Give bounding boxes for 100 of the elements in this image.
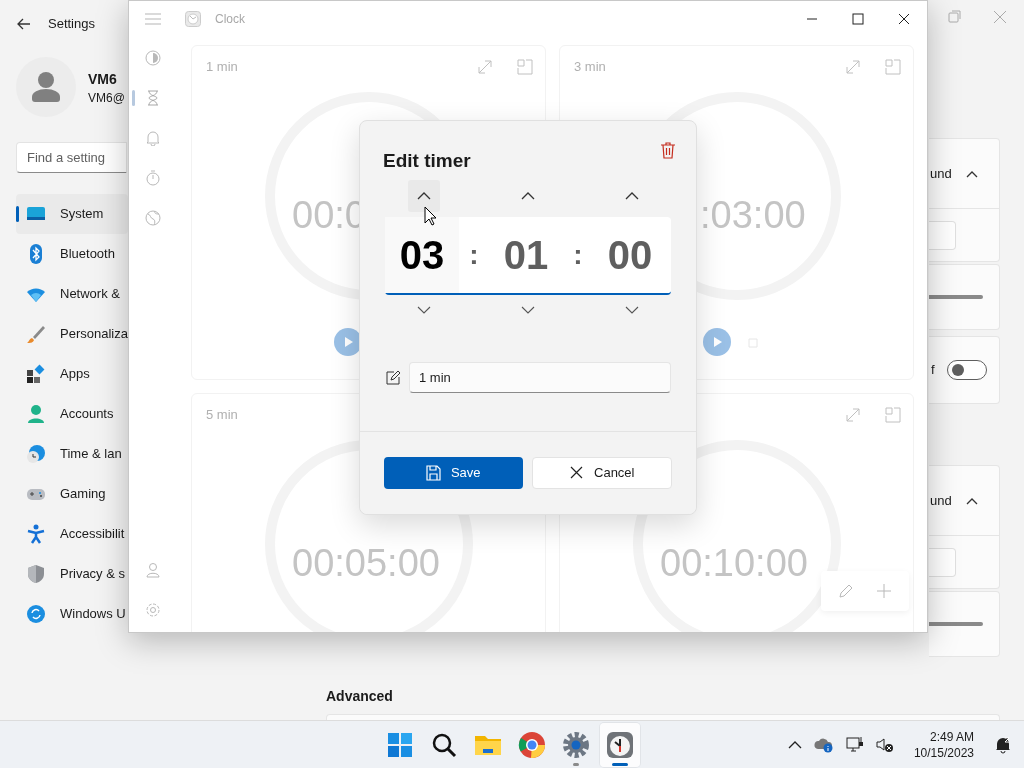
compact-overlay-icon[interactable] [885, 59, 901, 75]
nav-label: Accessibilit [60, 525, 125, 544]
notification-bell-icon[interactable] [994, 735, 1012, 754]
time-segment[interactable]: 03 [385, 217, 459, 293]
save-icon [425, 465, 441, 481]
nav-label: Apps [60, 365, 90, 384]
time-separator: : [468, 238, 480, 272]
nav-label: Privacy & s [60, 565, 125, 584]
apps-icon [26, 364, 46, 384]
network-icon[interactable] [845, 735, 864, 754]
compact-overlay-icon[interactable] [885, 407, 901, 423]
volume-muted-icon[interactable] [875, 736, 894, 753]
expand-icon[interactable] [845, 407, 861, 423]
alarm-icon [145, 130, 161, 146]
nav-item[interactable]: Privacy & s [16, 554, 128, 594]
dropdown-field[interactable] [929, 547, 956, 577]
nav-item[interactable]: Windows U [16, 594, 128, 634]
timer-title: 5 min [206, 406, 238, 425]
trash-icon[interactable] [660, 141, 676, 159]
card-header: und [930, 164, 952, 183]
nav-label: Windows U [60, 605, 126, 624]
menu-icon[interactable] [145, 12, 161, 25]
time-segment[interactable]: 00 [593, 217, 667, 293]
nav-label: Accounts [60, 405, 114, 424]
cancel-button[interactable]: Cancel [531, 457, 672, 489]
nav-label: Network & [60, 285, 120, 304]
mouse-pointer-icon [424, 206, 437, 226]
accessibility-icon [26, 524, 46, 544]
name-field[interactable]: 1 min [409, 362, 671, 393]
toggle-switch[interactable] [946, 360, 987, 380]
pencil-icon[interactable] [838, 583, 854, 599]
time-icon [26, 444, 46, 464]
card-header: und [930, 491, 952, 510]
nav-item[interactable]: Time & lan [16, 434, 128, 474]
close-icon [569, 465, 584, 481]
settings-icon[interactable] [145, 602, 161, 618]
caret-up-icon[interactable] [965, 169, 978, 178]
world-icon [145, 210, 161, 226]
timer-time: 00:10:00 [660, 542, 808, 584]
timer-icon [145, 90, 161, 106]
row-label: f [931, 361, 935, 380]
user-email: VM6@ [88, 91, 125, 105]
nav-item[interactable]: Network & [16, 274, 128, 314]
avatar-icon [16, 57, 76, 117]
nav-item[interactable]: Accounts [16, 394, 128, 434]
timer-time: 00:05:00 [292, 542, 440, 584]
settings-restore-icon[interactable] [948, 10, 962, 24]
nav-label: Personaliza [60, 325, 128, 344]
save-button[interactable]: Save [384, 457, 523, 489]
play-icon[interactable] [703, 328, 731, 356]
time-segment[interactable]: 01 [489, 217, 563, 293]
nav-item[interactable]: Gaming [16, 474, 128, 514]
dropdown-field[interactable] [929, 220, 956, 250]
clock-date: 10/15/2023 [913, 744, 974, 761]
timer-title: 3 min [574, 58, 606, 77]
time-separator: : [572, 238, 584, 272]
compact-overlay-icon[interactable] [517, 59, 533, 75]
time-picker[interactable]: 03 : 01 : 00 [385, 217, 671, 295]
nav-item[interactable]: Apps [16, 354, 128, 394]
nav-label: Gaming [60, 485, 106, 504]
window-title: Clock [215, 10, 245, 28]
chevron-up-icon[interactable] [787, 739, 802, 750]
nav-item[interactable]: Accessibilit [16, 514, 128, 554]
nav-item[interactable]: System [16, 194, 128, 234]
stopwatch-icon [145, 170, 161, 186]
search-field[interactable]: Find a setting [16, 142, 127, 173]
focus-icon [145, 50, 161, 66]
plus-icon[interactable] [876, 583, 892, 599]
slider-track[interactable] [929, 295, 983, 299]
section-heading: Advanced [326, 687, 393, 706]
account-icon[interactable] [145, 562, 161, 578]
dialog-title: Edit timer [383, 149, 471, 173]
settings-close-icon[interactable] [993, 10, 1007, 24]
taskbar-clock[interactable]: 2:49 AM 10/15/2023 [913, 728, 974, 761]
browser-icon [516, 729, 548, 761]
nav-item[interactable]: Personaliza [16, 314, 128, 354]
window-title: Settings [48, 16, 95, 32]
back-arrow-icon[interactable] [16, 16, 32, 32]
caret-up-icon[interactable] [965, 496, 978, 505]
nav-item[interactable]: Bluetooth [16, 234, 128, 274]
nav-label: System [60, 205, 104, 224]
cloud-info-icon[interactable] [813, 736, 834, 753]
edit-icon [385, 369, 401, 386]
taskbar-button[interactable] [600, 723, 640, 767]
slider-track[interactable] [929, 622, 983, 626]
user-name: VM6 [88, 71, 117, 87]
settings-icon [560, 729, 592, 761]
personalization-icon [26, 324, 46, 344]
clock-icon [604, 729, 636, 761]
nav-label: Bluetooth [60, 245, 115, 264]
expand-icon[interactable] [477, 59, 493, 75]
clock-app-icon [185, 10, 201, 27]
update-icon [26, 604, 46, 624]
nav-label: Time & lan [60, 445, 122, 464]
timer-title: 1 min [206, 58, 238, 77]
accounts-icon [26, 404, 46, 424]
clock-time: 2:49 AM [929, 728, 974, 745]
expand-icon[interactable] [845, 59, 861, 75]
timer-time: :03:00 [700, 194, 806, 236]
privacy-icon [26, 564, 46, 584]
